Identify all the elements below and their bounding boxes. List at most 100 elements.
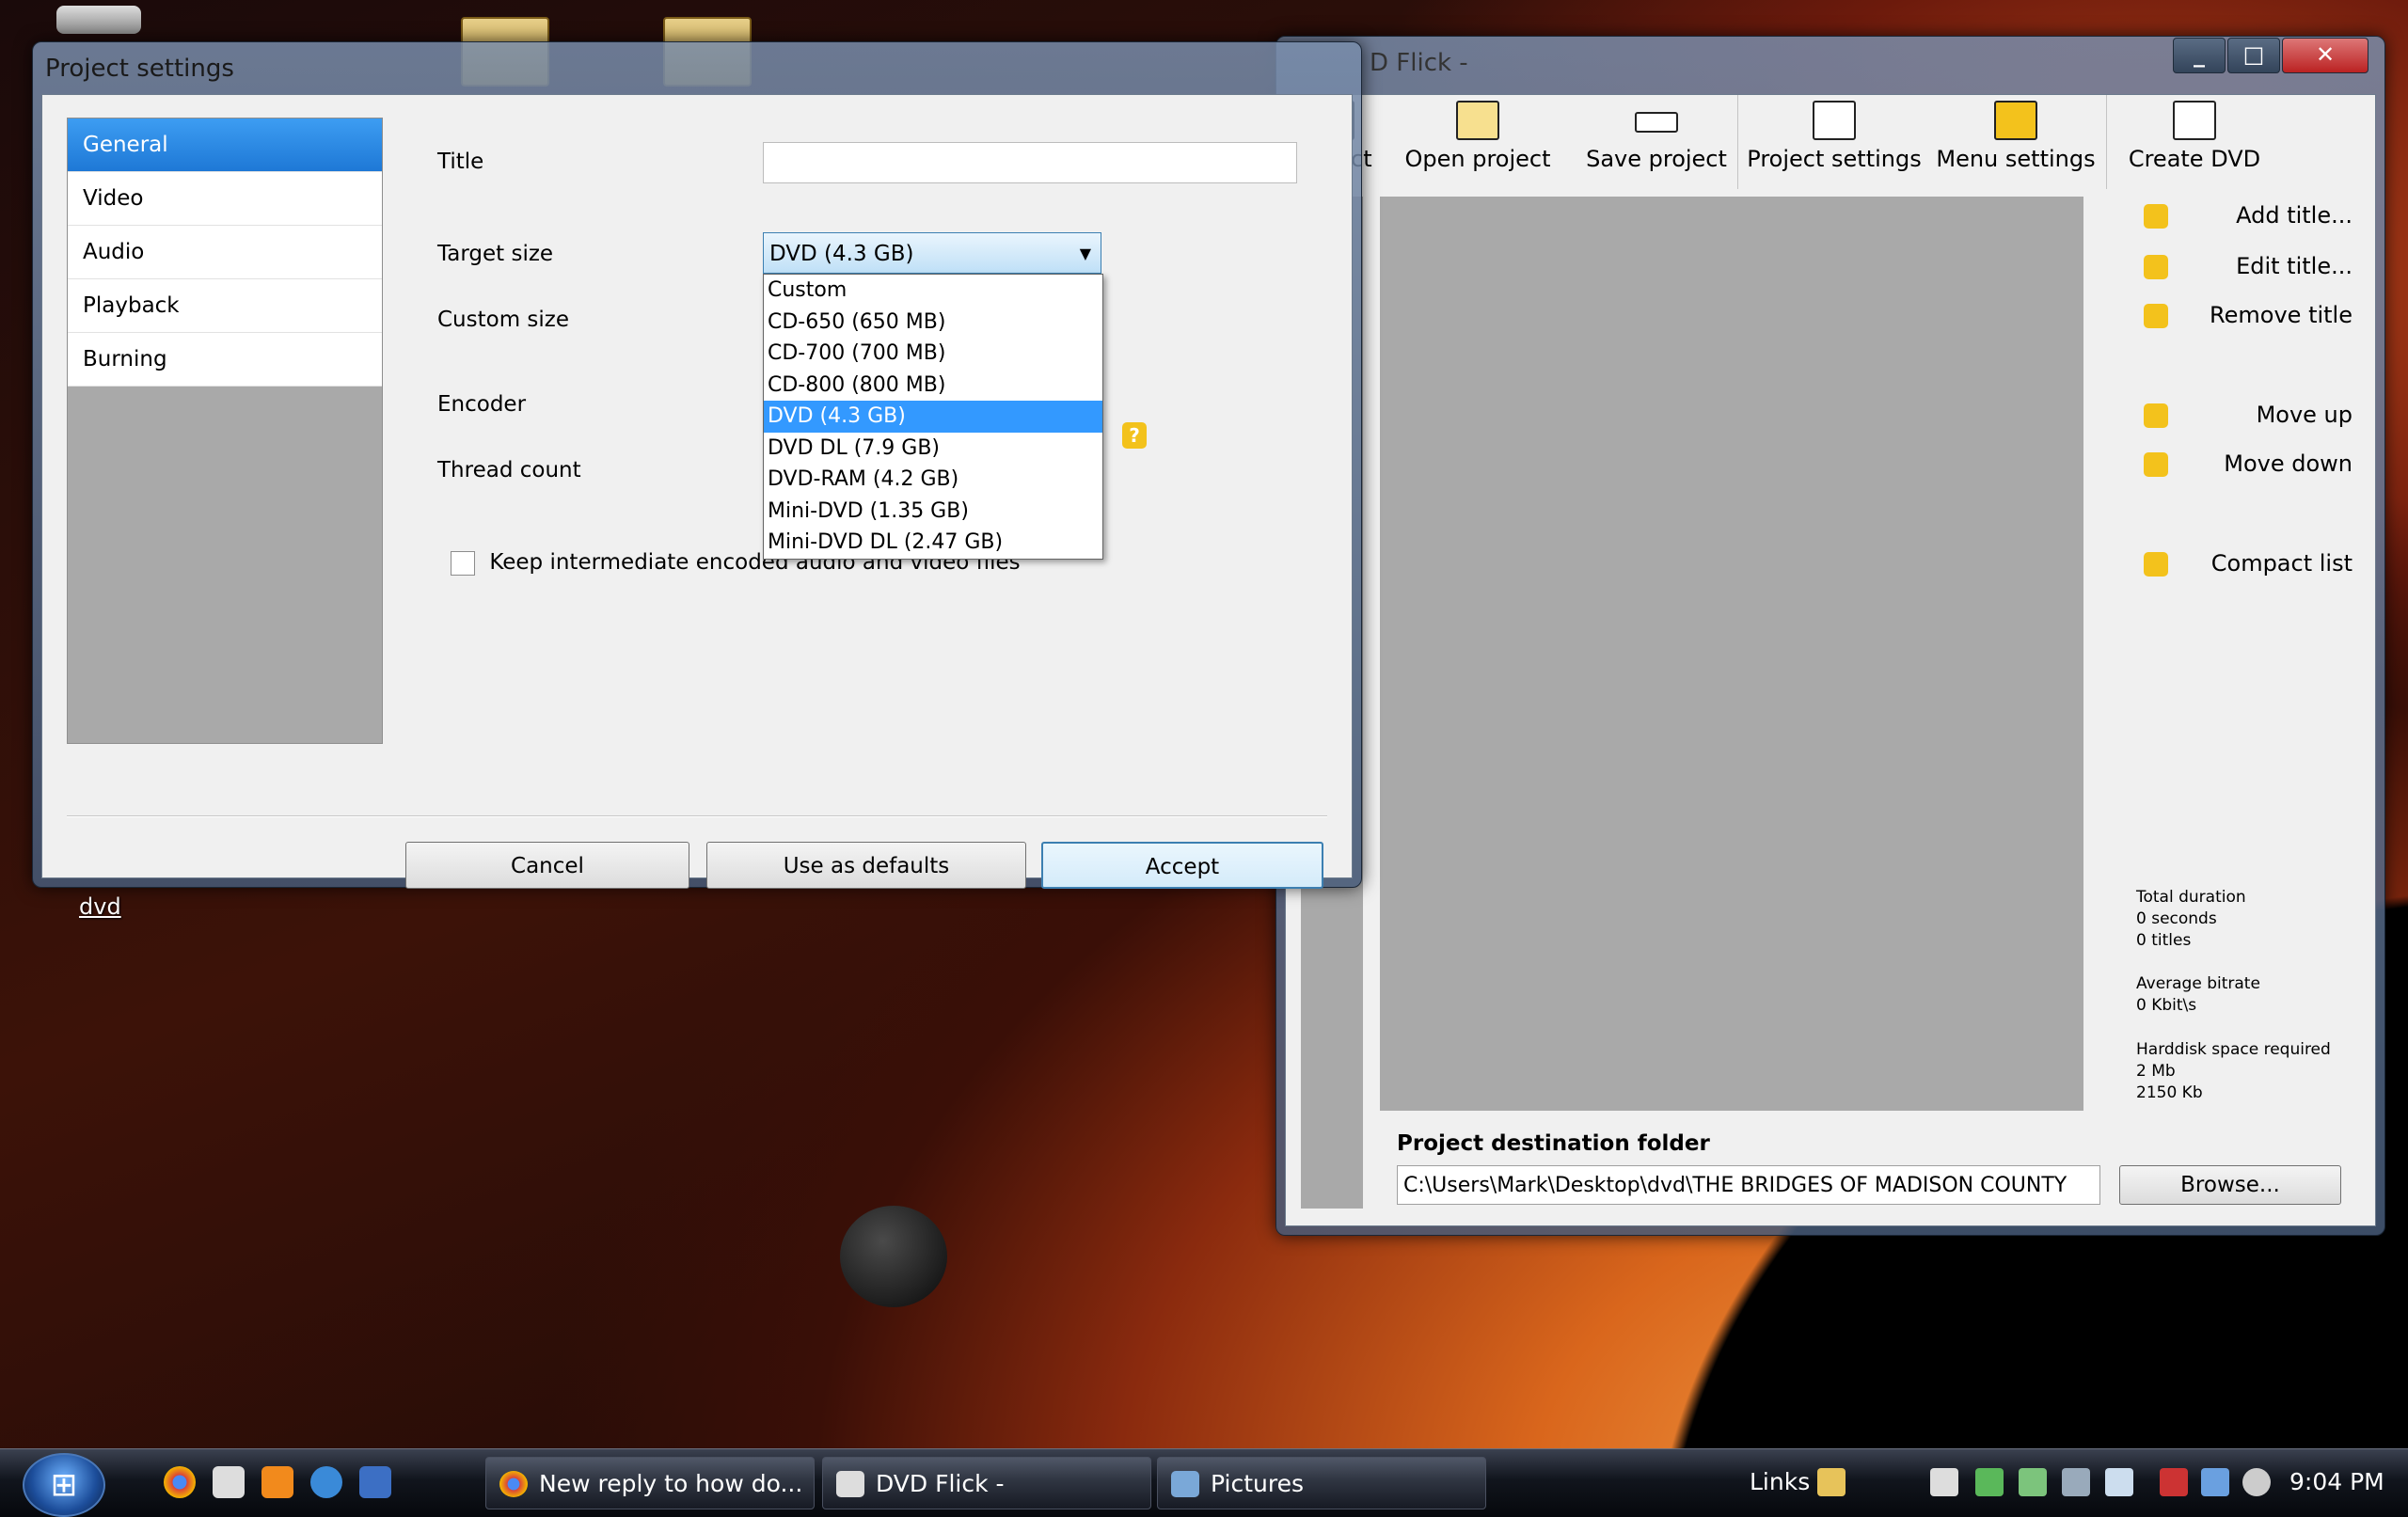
- remove-title-button[interactable]: Remove title: [2136, 298, 2371, 336]
- target-size-select[interactable]: DVD (4.3 GB) ▼: [763, 232, 1101, 274]
- task-button-dvd-flick[interactable]: DVD Flick -: [822, 1457, 1151, 1509]
- compact-list-icon: [2144, 552, 2168, 577]
- help-icon[interactable]: ?: [1122, 422, 1147, 449]
- accept-button[interactable]: Accept: [1041, 842, 1323, 889]
- create-dvd-icon: [2173, 101, 2216, 140]
- tray-icon[interactable]: [2105, 1468, 2133, 1496]
- toolbar-save-project[interactable]: Save project: [1577, 95, 1735, 189]
- move-up-button[interactable]: Move up: [2136, 398, 2371, 435]
- maximize-button[interactable]: □: [2227, 38, 2280, 73]
- network-icon[interactable]: [1975, 1468, 2004, 1496]
- titles-count: 0 titles: [2136, 931, 2192, 950]
- taskbar: ⊞ New reply to how do... DVD Flick - Pic…: [0, 1448, 2408, 1517]
- harddisk-mb: 2 Mb: [2136, 1062, 2176, 1081]
- duration-stats: Total duration 0 seconds 0 titles: [2136, 887, 2246, 952]
- chrome-icon: [499, 1471, 528, 1497]
- volume-icon[interactable]: [2242, 1468, 2271, 1496]
- harddisk-stats: Harddisk space required 2 Mb 2150 Kb: [2136, 1039, 2331, 1104]
- category-playback[interactable]: Playback: [68, 279, 382, 333]
- toolbar-project-settings[interactable]: Project settings: [1745, 95, 1924, 189]
- category-general[interactable]: General: [68, 119, 382, 172]
- start-button[interactable]: ⊞: [23, 1453, 105, 1517]
- dvd-flick-client: project Open project Save project Projec…: [1285, 94, 2376, 1226]
- document-icon[interactable]: [213, 1466, 245, 1498]
- option-dvd[interactable]: DVD (4.3 GB): [764, 401, 1102, 433]
- tray-icon[interactable]: [1930, 1468, 1958, 1496]
- minimize-button[interactable]: _: [2173, 38, 2226, 73]
- project-settings-icon: [1813, 101, 1856, 140]
- category-video[interactable]: Video: [68, 172, 382, 226]
- tray-icon[interactable]: [2062, 1468, 2090, 1496]
- monitor-icon[interactable]: [2201, 1468, 2229, 1496]
- toolbar-open-project[interactable]: Open project: [1391, 95, 1564, 189]
- links-toolbar[interactable]: Links: [1750, 1468, 1810, 1495]
- clock[interactable]: 9:04 PM: [2289, 1468, 2384, 1495]
- destination-folder-label: Project destination folder: [1397, 1131, 1710, 1156]
- bitrate-stats: Average bitrate 0 Kbit\s: [2136, 973, 2260, 1017]
- folder-icon[interactable]: [1817, 1468, 1846, 1496]
- destination-folder-input[interactable]: C:\Users\Mark\Desktop\dvd\THE BRIDGES OF…: [1397, 1165, 2100, 1205]
- use-as-defaults-button[interactable]: Use as defaults: [706, 842, 1026, 889]
- compact-list-button[interactable]: Compact list: [2136, 546, 2371, 584]
- show-desktop-icon[interactable]: [359, 1466, 391, 1498]
- title-input[interactable]: [763, 142, 1297, 183]
- dvd-flick-window: D Flick - _ □ ✕ project Open project Sav…: [1275, 36, 2385, 1236]
- task-button-pictures[interactable]: Pictures: [1157, 1457, 1486, 1509]
- toolbar-menu-settings[interactable]: Menu settings: [1933, 95, 2099, 189]
- recycle-bin-icon[interactable]: [56, 6, 141, 34]
- edit-title-button[interactable]: Edit title...: [2136, 249, 2371, 287]
- project-settings-client: General Video Audio Playback Burning Tit…: [41, 94, 1353, 889]
- option-cd-700[interactable]: CD-700 (700 MB): [764, 338, 1102, 370]
- option-mini-dvd[interactable]: Mini-DVD (1.35 GB): [764, 496, 1102, 528]
- average-bitrate-value: 0 Kbit\s: [2136, 996, 2197, 1015]
- category-audio[interactable]: Audio: [68, 226, 382, 279]
- total-duration-label: Total duration: [2136, 888, 2246, 907]
- option-mini-dvd-dl[interactable]: Mini-DVD DL (2.47 GB): [764, 527, 1102, 559]
- browse-button[interactable]: Browse...: [2119, 1165, 2341, 1205]
- target-size-label: Target size: [437, 242, 554, 266]
- task-button-chrome[interactable]: New reply to how do...: [485, 1457, 815, 1509]
- close-button[interactable]: ✕: [2282, 38, 2368, 73]
- window-title: D Flick -: [1370, 49, 1468, 77]
- option-dvd-dl[interactable]: DVD DL (7.9 GB): [764, 433, 1102, 465]
- window-title: Project settings: [45, 55, 234, 83]
- cancel-button[interactable]: Cancel: [405, 842, 689, 889]
- desktop-icon-label-dvd[interactable]: dvd: [79, 893, 121, 920]
- tray-icon[interactable]: [2160, 1468, 2188, 1496]
- edit-icon: [2144, 255, 2168, 279]
- moon-graphic: [840, 1206, 947, 1307]
- chevron-down-icon: ▼: [1079, 245, 1091, 262]
- window-controls: _ □ ✕: [2171, 38, 2368, 73]
- add-icon: [2144, 204, 2168, 229]
- keep-intermediate-checkbox[interactable]: [451, 550, 475, 576]
- dvd-flick-icon: [836, 1471, 864, 1497]
- toolbar-create-dvd[interactable]: Create DVD: [2119, 95, 2270, 189]
- move-down-button[interactable]: Move down: [2136, 447, 2371, 484]
- chrome-icon[interactable]: [164, 1466, 196, 1498]
- toolbar-separator: [2106, 95, 2107, 189]
- total-duration-value: 0 seconds: [2136, 909, 2217, 928]
- browser-icon[interactable]: [310, 1466, 342, 1498]
- folder-open-icon: [1456, 101, 1499, 140]
- custom-size-label: Custom size: [437, 308, 570, 332]
- option-cd-800[interactable]: CD-800 (800 MB): [764, 370, 1102, 402]
- add-title-button[interactable]: Add title...: [2136, 198, 2371, 236]
- tray-icon[interactable]: [2019, 1468, 2047, 1496]
- title-list-panel[interactable]: [1380, 197, 2083, 1111]
- target-size-dropdown: Custom CD-650 (650 MB) CD-700 (700 MB) C…: [763, 274, 1103, 560]
- divider: [67, 815, 1327, 817]
- arrow-up-icon: [2144, 403, 2168, 428]
- option-cd-650[interactable]: CD-650 (650 MB): [764, 307, 1102, 339]
- option-custom[interactable]: Custom: [764, 275, 1102, 307]
- category-list: General Video Audio Playback Burning: [67, 118, 383, 744]
- save-icon: [1635, 112, 1678, 133]
- option-dvd-ram[interactable]: DVD-RAM (4.2 GB): [764, 464, 1102, 496]
- menu-settings-icon: [1994, 101, 2037, 140]
- remove-icon: [2144, 304, 2168, 328]
- pictures-folder-icon: [1171, 1471, 1199, 1497]
- category-burning[interactable]: Burning: [68, 333, 382, 387]
- harddisk-label: Harddisk space required: [2136, 1040, 2331, 1059]
- thread-count-label: Thread count: [437, 458, 581, 482]
- toolbar-separator: [1737, 95, 1738, 189]
- vlc-icon[interactable]: [261, 1466, 293, 1498]
